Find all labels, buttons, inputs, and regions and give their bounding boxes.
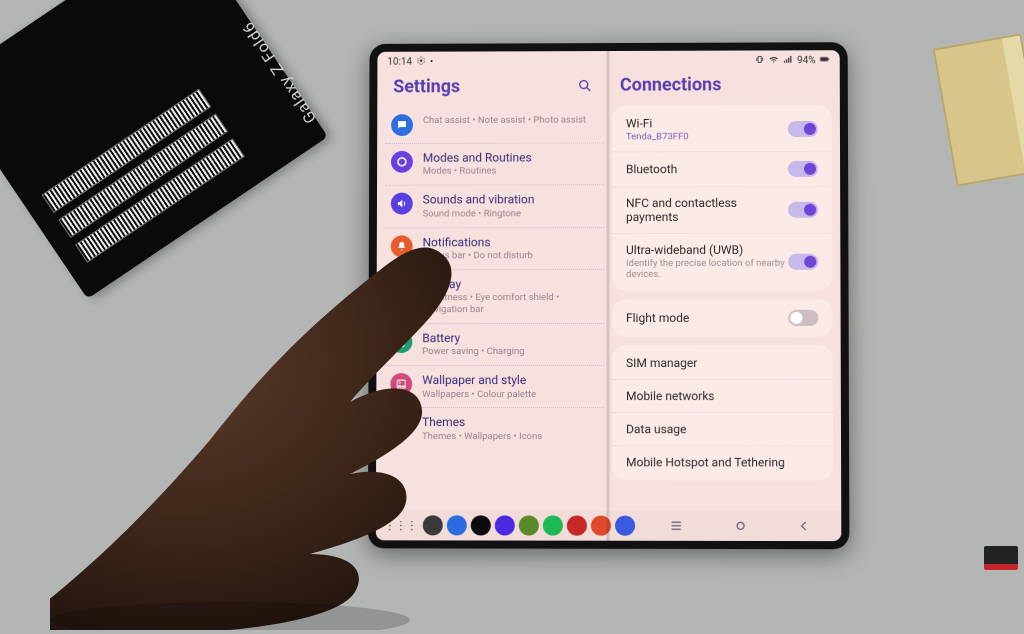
settings-item-subtitle: Brightness • Eye comfort shield • Naviga…: [422, 292, 598, 316]
screen: 10:14 • 94%: [376, 50, 842, 541]
connections-row-ultra-wideband-uwb-[interactable]: Ultra-wideband (UWB)Identify the precise…: [612, 234, 832, 289]
row-sublabel: Identify the precise location of nearby …: [626, 258, 788, 280]
routine-icon: [391, 151, 413, 173]
settings-item-modes-and-routines[interactable]: Modes and RoutinesModes • Routines: [385, 143, 604, 186]
battery-icon: [820, 54, 830, 67]
connections-row-flight-mode[interactable]: Flight mode: [612, 301, 833, 335]
status-time: 10:14: [387, 56, 412, 67]
product-box-brand: Galaxy Z Fold6: [238, 18, 320, 127]
nav-home[interactable]: [711, 516, 769, 536]
taskbar-app-2[interactable]: [471, 515, 491, 535]
settings-item-subtitle: Power saving • Charging: [422, 346, 524, 358]
taskbar: ⋮⋮⋮: [376, 510, 842, 541]
settings-item-display[interactable]: DisplayBrightness • Eye comfort shield •…: [385, 270, 604, 324]
connections-title: Connections: [620, 74, 721, 95]
taskbar-app-5[interactable]: [543, 515, 563, 535]
app-indicator-icon: •: [430, 56, 433, 67]
display-icon: [391, 277, 413, 299]
connections-card-1: Wi-FiTenda_B73FF0 Bluetooth NFC and contac…: [612, 105, 832, 291]
battery-icon: [390, 331, 412, 353]
status-bar: 10:14 • 94%: [377, 50, 839, 71]
device-frame: 10:14 • 94%: [368, 42, 850, 549]
product-box: Galaxy Z Fold6: [0, 0, 328, 299]
connections-row-sim-manager[interactable]: SIM manager: [612, 347, 833, 380]
settings-item-title: Sounds and vibration: [423, 193, 535, 208]
settings-item-battery[interactable]: BatteryPower saving • Charging: [384, 324, 604, 366]
settings-item-notifications[interactable]: NotificationsStatus bar • Do not disturb: [385, 228, 604, 270]
search-button[interactable]: [574, 75, 596, 97]
settings-item-title: Wallpaper and style: [422, 373, 536, 387]
taskbar-app-7[interactable]: [591, 516, 611, 536]
apps-grid-icon[interactable]: ⋮⋮⋮: [384, 518, 417, 532]
toggle-switch[interactable]: [788, 161, 818, 177]
battery-percent: 94%: [797, 55, 816, 66]
chat-icon: [391, 114, 413, 136]
sound-icon: [391, 193, 413, 215]
theme-icon: [390, 416, 412, 438]
taskbar-app-1[interactable]: [447, 515, 467, 535]
wooden-block: [933, 33, 1024, 187]
row-sublabel: Tenda_B73FF0: [626, 131, 689, 142]
signal-icon: [783, 54, 793, 67]
settings-item-title: Battery: [422, 331, 524, 345]
barcodes: [41, 89, 244, 263]
settings-item-subtitle: Wallpapers • Colour palette: [422, 389, 536, 401]
connections-row-bluetooth[interactable]: Bluetooth: [612, 152, 832, 187]
settings-item-subtitle: Chat assist • Note assist • Photo assist: [423, 115, 586, 127]
connections-row-wi-fi[interactable]: Wi-FiTenda_B73FF0: [612, 107, 832, 152]
row-label: NFC and contactless payments: [626, 196, 788, 224]
bell-icon: [391, 235, 413, 257]
row-label: Bluetooth: [626, 162, 677, 176]
taskbar-app-8[interactable]: [615, 516, 635, 536]
taskbar-app-3[interactable]: [495, 515, 515, 535]
settings-item-subtitle: Themes • Wallpapers • Icons: [422, 431, 542, 443]
taskbar-app-4[interactable]: [519, 515, 539, 535]
settings-pane: Settings Chat assist • Note assist • Pho…: [384, 71, 604, 507]
connections-row-mobile-hotspot-and-tethering[interactable]: Mobile Hotspot and Tethering: [612, 446, 833, 478]
connections-card-2: Flight mode: [612, 299, 833, 337]
search-icon: [577, 78, 593, 94]
settings-indicator-icon: [416, 55, 426, 68]
settings-item-subtitle: Sound mode • Ringtone: [423, 208, 535, 220]
settings-item-assist[interactable]: Chat assist • Note assist • Photo assist: [385, 107, 604, 144]
row-label: Mobile Hotspot and Tethering: [626, 455, 785, 469]
nav-recents[interactable]: [647, 516, 705, 536]
connections-pane: Connections Wi-FiTenda_B73FF0 Bluetooth NF…: [612, 70, 833, 507]
connections-row-data-usage[interactable]: Data usage: [612, 413, 833, 446]
vibrate-icon: [755, 54, 765, 67]
toggle-switch[interactable]: [788, 310, 818, 326]
connections-row-nfc-and-contactless-payments[interactable]: NFC and contactless payments: [612, 187, 832, 234]
row-label: Flight mode: [626, 311, 689, 325]
taskbar-app-6[interactable]: [567, 516, 587, 536]
nav-back[interactable]: [775, 516, 833, 536]
wifi-icon: [769, 54, 779, 67]
row-label: Mobile networks: [626, 389, 715, 403]
settings-item-wallpaper-and-style[interactable]: Wallpaper and style Wallpapers • Colour p…: [384, 366, 604, 408]
settings-item-title: Themes: [422, 416, 542, 430]
row-label: Wi-Fi: [626, 116, 689, 130]
settings-item-title: Notifications: [423, 235, 533, 250]
row-label: Ultra-wideband (UWB): [626, 243, 788, 257]
settings-item-subtitle: Status bar • Do not disturb: [423, 250, 533, 262]
channel-watermark: [984, 546, 1018, 570]
connections-row-mobile-networks[interactable]: Mobile networks: [612, 380, 833, 413]
settings-item-subtitle: Modes • Routines: [423, 166, 532, 178]
settings-item-sounds-and-vibration[interactable]: Sounds and vibrationSound mode • Rington…: [385, 186, 604, 228]
toggle-switch[interactable]: [788, 202, 818, 218]
row-label: Data usage: [626, 422, 686, 436]
settings-item-title: Modes and Routines: [423, 151, 532, 166]
settings-item-themes[interactable]: ThemesThemes • Wallpapers • Icons: [384, 409, 604, 450]
toggle-switch[interactable]: [788, 253, 818, 269]
toggle-switch[interactable]: [788, 121, 818, 137]
settings-item-title: Display: [422, 277, 598, 292]
connections-card-3: SIM manager Mobile networks Data usage Mobi…: [612, 345, 833, 481]
wall-icon: [390, 373, 412, 395]
settings-title: Settings: [393, 76, 460, 97]
row-label: SIM manager: [626, 356, 697, 370]
taskbar-app-0[interactable]: [423, 515, 443, 535]
